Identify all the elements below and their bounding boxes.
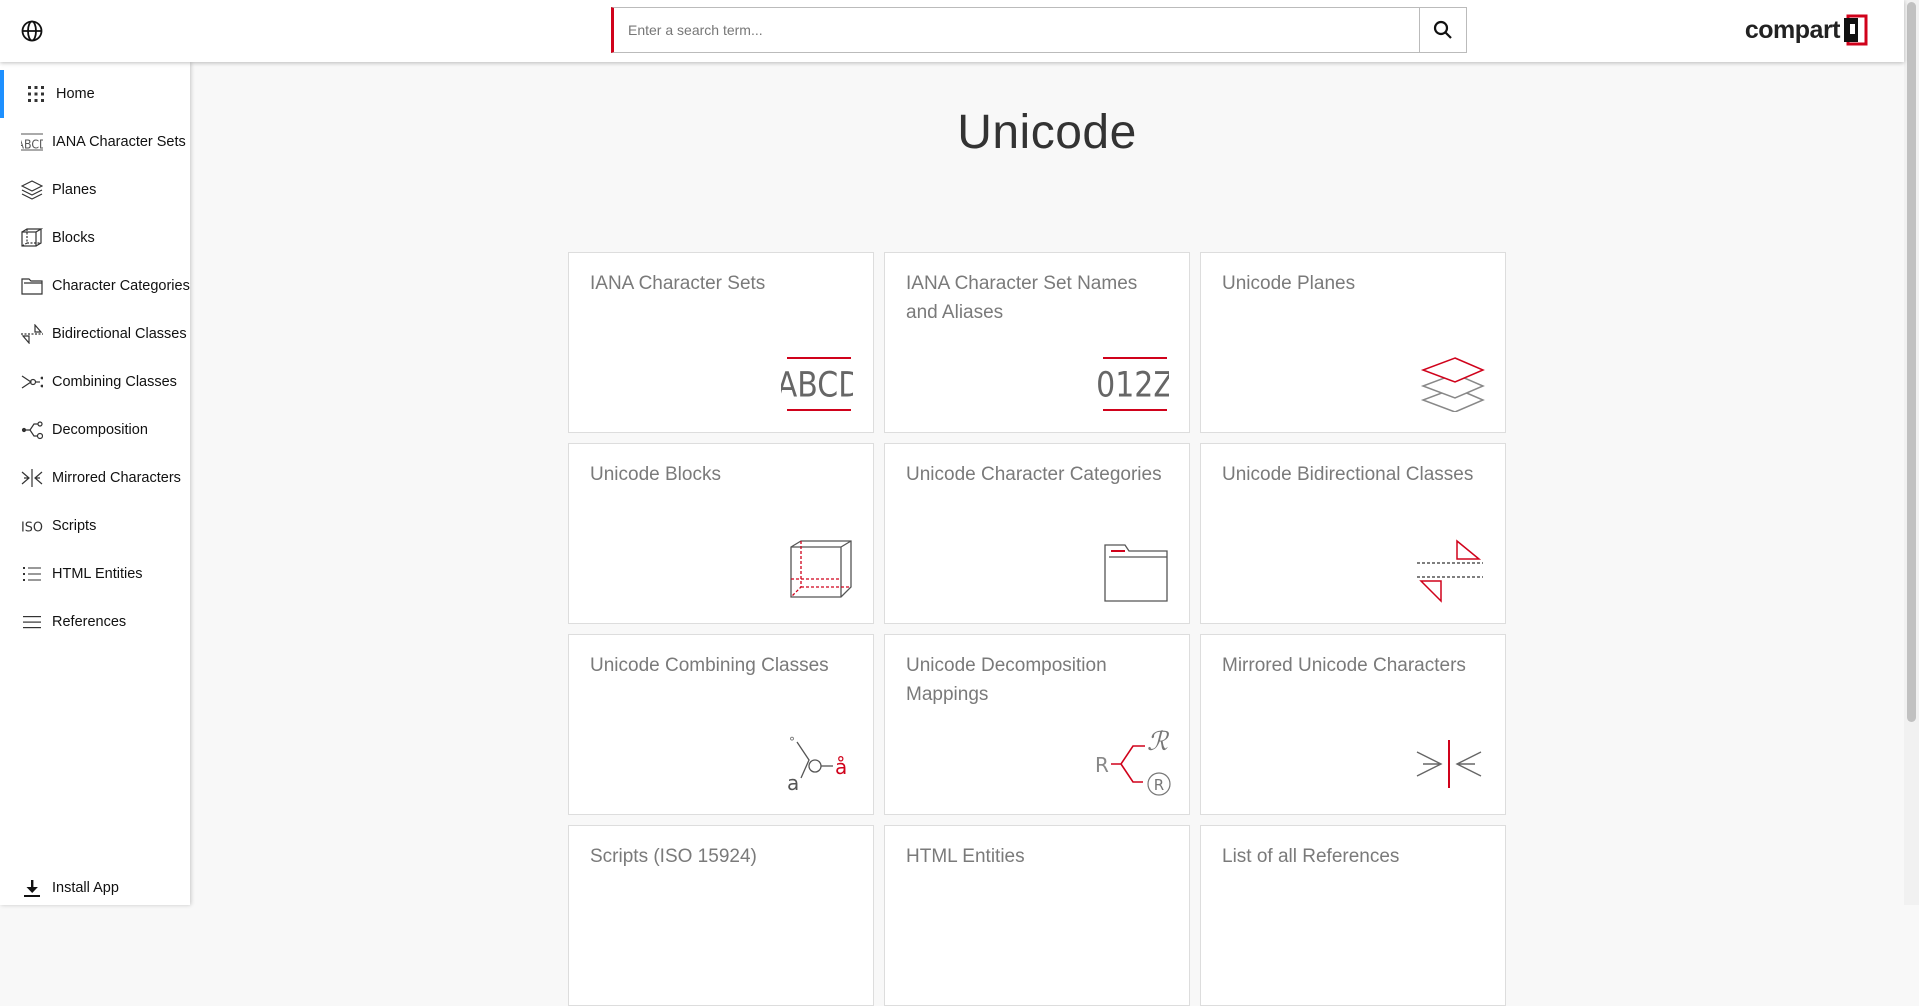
card-unicode-character-categories[interactable]: Unicode Character Categories xyxy=(884,443,1190,624)
install-app-label: Install App xyxy=(52,880,119,896)
svg-text:å: å xyxy=(835,755,847,779)
card-list-of-references[interactable]: List of all References xyxy=(1200,825,1506,1006)
cube-icon xyxy=(781,539,853,603)
card-title: HTML Entities xyxy=(906,846,1025,867)
scrollbar[interactable] xyxy=(1904,0,1919,905)
card-title: Unicode Bidirectional Classes xyxy=(1222,464,1474,485)
mirror-icon xyxy=(21,467,43,489)
page-title: Unicode xyxy=(957,106,1137,159)
download-icon xyxy=(21,877,43,899)
card-title: Unicode Planes xyxy=(1222,273,1356,294)
svg-text:ABCD: ABCD xyxy=(781,364,853,405)
card-unicode-planes[interactable]: Unicode Planes xyxy=(1200,252,1506,433)
card-title: Scripts (ISO 15924) xyxy=(590,846,757,867)
top-bar: compart xyxy=(0,0,1904,62)
combining-icon xyxy=(21,371,43,393)
layers-icon xyxy=(1413,348,1485,413)
sidebar-item-mirrored-characters[interactable]: Mirrored Characters xyxy=(0,454,190,502)
abcd-icon: ABCD xyxy=(777,348,861,412)
sidebar-item-character-categories[interactable]: Character Categories xyxy=(0,262,190,310)
mirror-icon xyxy=(1413,730,1485,794)
bidi-icon xyxy=(1413,539,1485,603)
bidi-icon xyxy=(21,323,43,345)
sidebar-item-label: Bidirectional Classes xyxy=(52,326,187,342)
svg-text:R: R xyxy=(1095,753,1109,777)
grid-icon xyxy=(25,83,47,105)
sidebar-item-label: HTML Entities xyxy=(52,566,143,582)
abcd-icon: ABCD xyxy=(21,131,43,153)
sidebar-item-label: Scripts xyxy=(52,518,97,534)
svg-text:ABCD: ABCD xyxy=(21,137,43,151)
card-unicode-combining-classes[interactable]: Unicode Combining Classes ° a å xyxy=(568,634,874,815)
sidebar-item-decomposition[interactable]: Decomposition xyxy=(0,406,190,454)
card-title: IANA Character Sets xyxy=(590,273,766,294)
svg-text:ISO: ISO xyxy=(21,521,43,536)
digits-icon: 012Z xyxy=(1096,348,1174,412)
sidebar-item-label: Blocks xyxy=(52,230,95,246)
sidebar-item-label: References xyxy=(52,614,127,630)
sidebar-item-references[interactable]: References xyxy=(0,598,190,646)
card-scripts-iso[interactable]: Scripts (ISO 15924) xyxy=(568,825,874,1006)
sidebar-item-planes[interactable]: Planes xyxy=(0,166,190,214)
svg-text:°: ° xyxy=(789,735,795,749)
logo-text: compart xyxy=(1744,15,1841,44)
sidebar: Home ABCD IANA Character Sets Planes Blo… xyxy=(0,62,190,905)
sidebar-item-label: Character Categories xyxy=(52,278,190,294)
card-mirrored-unicode-characters[interactable]: Mirrored Unicode Characters xyxy=(1200,634,1506,815)
iso-icon: ISO xyxy=(21,515,43,537)
sidebar-item-label: Home xyxy=(56,86,95,102)
sidebar-item-bidirectional-classes[interactable]: Bidirectional Classes xyxy=(0,310,190,358)
decomposition-icon: R ℛ R xyxy=(1095,724,1175,796)
decomposition-icon xyxy=(21,419,43,441)
card-title: Unicode Decomposition Mappings xyxy=(906,655,1107,705)
sidebar-item-combining-classes[interactable]: Combining Classes xyxy=(0,358,190,406)
search-button[interactable] xyxy=(1419,8,1466,52)
logo-mark-icon xyxy=(1844,14,1868,46)
svg-text:012Z: 012Z xyxy=(1097,364,1169,405)
sidebar-item-iana-character-sets[interactable]: ABCD IANA Character Sets xyxy=(0,118,190,166)
search-icon xyxy=(1433,20,1452,39)
svg-text:ℛ: ℛ xyxy=(1147,727,1170,757)
svg-text:R: R xyxy=(1154,776,1164,794)
search-input[interactable] xyxy=(614,8,1419,52)
card-title: Unicode Character Categories xyxy=(906,464,1162,485)
layers-icon xyxy=(21,179,43,201)
card-unicode-blocks[interactable]: Unicode Blocks xyxy=(568,443,874,624)
folder-icon xyxy=(21,275,43,297)
card-iana-character-sets[interactable]: IANA Character Sets ABCD xyxy=(568,252,874,433)
card-title: Unicode Blocks xyxy=(590,464,721,485)
sidebar-item-label: Planes xyxy=(52,182,97,198)
svg-text:a: a xyxy=(787,771,799,794)
sidebar-item-home[interactable]: Home xyxy=(0,70,190,118)
sidebar-item-label: Combining Classes xyxy=(52,374,177,390)
card-unicode-decomposition-mappings[interactable]: Unicode Decomposition Mappings R ℛ R xyxy=(884,634,1190,815)
sidebar-item-scripts[interactable]: ISO Scripts xyxy=(0,502,190,550)
card-title: List of all References xyxy=(1222,846,1400,867)
sidebar-item-html-entities[interactable]: HTML Entities xyxy=(0,550,190,598)
globe-icon[interactable] xyxy=(20,19,44,43)
sidebar-item-label: IANA Character Sets xyxy=(52,134,186,150)
combining-icon: ° a å xyxy=(781,730,853,795)
card-title: IANA Character Set Names and Aliases xyxy=(906,273,1138,323)
scrollbar-thumb[interactable] xyxy=(1907,2,1916,722)
cube-icon xyxy=(21,227,43,249)
search-box xyxy=(611,7,1467,53)
list-icon xyxy=(21,563,43,585)
sidebar-item-label: Decomposition xyxy=(52,422,148,438)
card-html-entities[interactable]: HTML Entities xyxy=(884,825,1190,1006)
folder-icon xyxy=(1097,539,1169,603)
sidebar-item-blocks[interactable]: Blocks xyxy=(0,214,190,262)
card-iana-character-set-names[interactable]: IANA Character Set Names and Aliases 012… xyxy=(884,252,1190,433)
sidebar-item-label: Mirrored Characters xyxy=(52,470,181,486)
compart-logo[interactable]: compart xyxy=(1745,14,1870,46)
card-title: Mirrored Unicode Characters xyxy=(1222,655,1466,676)
card-title: Unicode Combining Classes xyxy=(590,655,829,676)
card-unicode-bidirectional-classes[interactable]: Unicode Bidirectional Classes xyxy=(1200,443,1506,624)
menu-icon xyxy=(21,611,43,633)
